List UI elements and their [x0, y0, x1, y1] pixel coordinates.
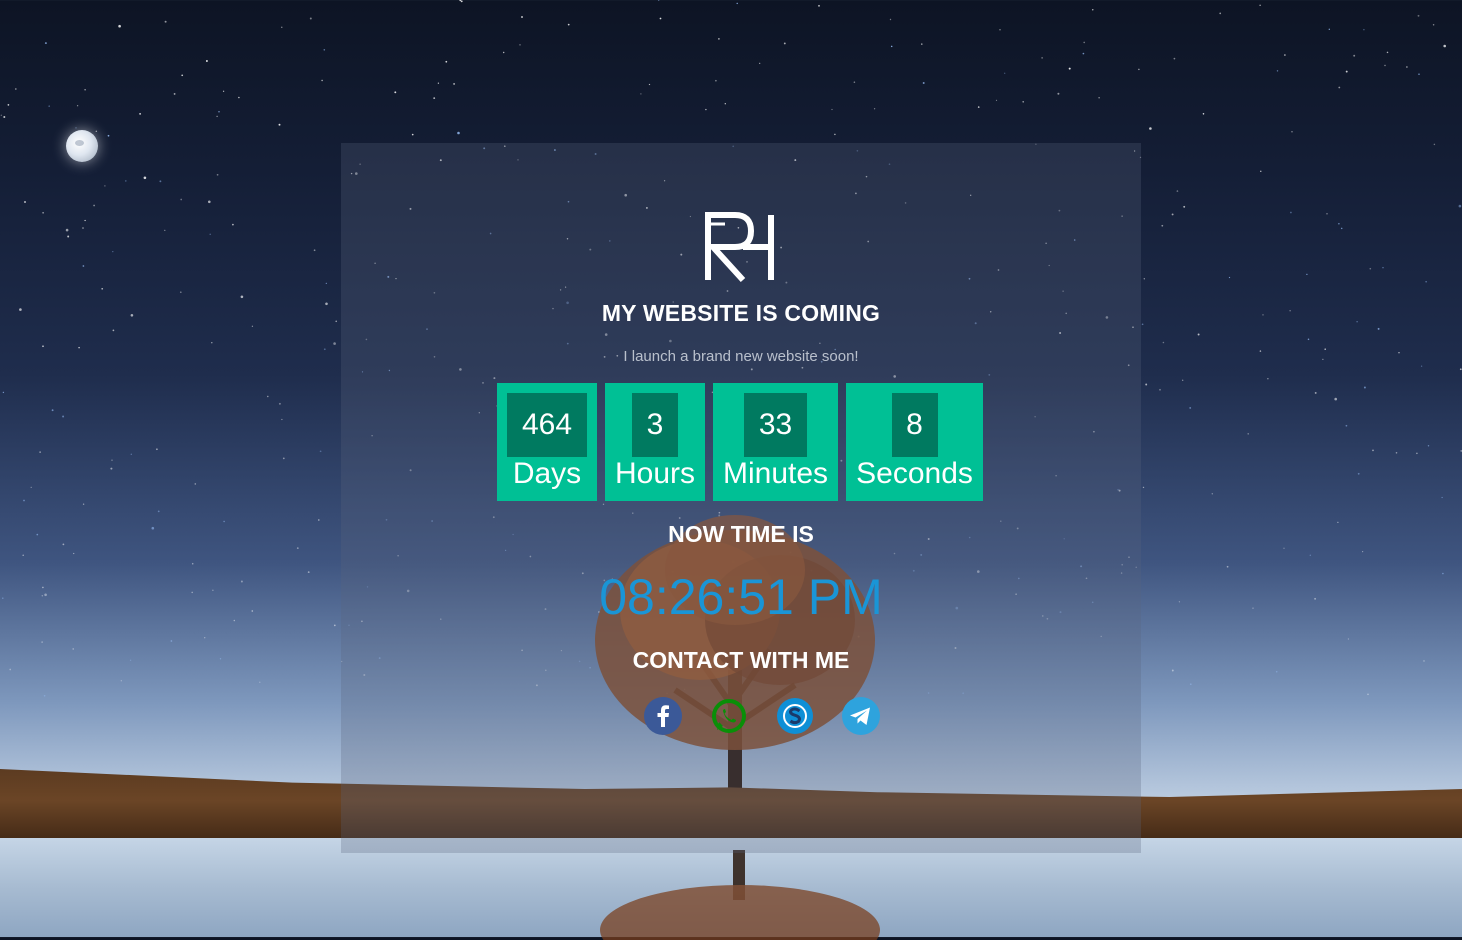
countdown-days-value: 464	[507, 393, 587, 457]
contact-heading: CONTACT WITH ME	[632, 647, 850, 673]
facebook-icon[interactable]	[643, 696, 683, 736]
social-links	[643, 696, 881, 736]
countdown-seconds-label: Seconds	[856, 457, 973, 490]
current-time-display: 08:26:51 PM	[599, 569, 883, 625]
countdown-timer: 464 Days 3 Hours 33 Minutes 8 Seconds	[497, 383, 983, 501]
countdown-hours-label: Hours	[614, 457, 696, 490]
countdown-hours: 3 Hours	[605, 383, 705, 501]
tree-reflection-image	[600, 850, 880, 940]
skype-icon[interactable]	[775, 696, 815, 736]
countdown-minutes-value: 33	[744, 393, 807, 457]
countdown-seconds-value: 8	[891, 393, 938, 457]
countdown-minutes-label: Minutes	[722, 457, 829, 490]
page-title: MY WEBSITE IS COMING	[601, 300, 881, 326]
now-time-heading: NOW TIME IS	[668, 521, 814, 547]
rh-logo	[705, 212, 774, 282]
countdown-days: 464 Days	[497, 383, 597, 501]
countdown-minutes: 33 Minutes	[713, 383, 838, 501]
countdown-days-label: Days	[512, 457, 582, 490]
whatsapp-icon[interactable]	[709, 696, 749, 736]
page-subtitle: I launch a brand new website soon!	[623, 348, 859, 365]
moon-image	[66, 130, 98, 162]
telegram-icon[interactable]	[841, 696, 881, 736]
countdown-hours-value: 3	[632, 393, 678, 457]
countdown-seconds: 8 Seconds	[846, 383, 983, 501]
